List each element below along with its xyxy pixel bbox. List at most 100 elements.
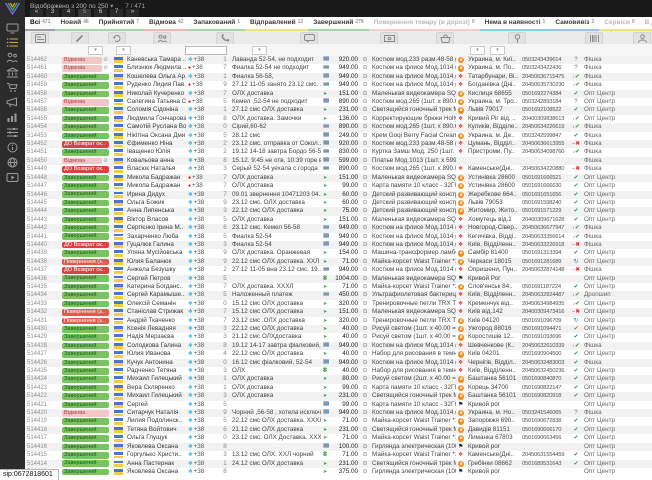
table-row[interactable]: 514443ЗавершенийВіктор Власов✻+385ОЛХ до… [25,216,652,224]
ttn-number[interactable]: 20450632483003 [520,359,570,367]
ttn-number[interactable]: 20450634220880 [520,165,570,173]
support-icon[interactable] [5,156,20,168]
ttn-number[interactable]: 0501692108522 [520,106,570,114]
table-row[interactable]: 514447ЗавершенийМикола Бадражан●+387ОЛХ … [25,182,652,190]
ttn-number[interactable]: 20450631554459 [520,451,570,459]
table-row[interactable]: 514415ЗавершенийГоргулько Христи..✻+3831… [25,451,652,459]
table-row[interactable]: 514442ЗавершенийСергієнко Ірина М..✻+386… [25,224,652,232]
phone-cell[interactable]: ✻+38 [186,283,220,291]
ttn-number[interactable]: 0501691313394 [520,249,570,257]
phone-cell[interactable]: ✻+38 [186,375,220,383]
phone-filter-input[interactable] [185,46,227,55]
table-row[interactable]: 514423ЗавершенийВера Скляренко✻+381ОЛХ д… [25,384,652,392]
table-row[interactable]: 514429ЗавершенийНадія Мерзаєва✻+38321.12… [25,333,652,341]
comment-filter-dropdown[interactable]: ▾ [252,46,267,55]
tab-Всі[interactable]: Всі471 [25,17,55,31]
ttn-number[interactable]: 20450632610339 [520,342,570,350]
phone-cell[interactable]: ●+38 [186,182,220,190]
pager-page-7[interactable]: 7 [110,9,123,17]
ttn-number[interactable]: 20450632450236 [520,367,570,375]
phone-cell[interactable]: ✻+38 [186,350,220,358]
table-row[interactable]: 514417ЗавершенийОльга Глущук✻+38023.12 с… [25,434,652,442]
country-filter-dropdown[interactable]: ▾ [116,46,131,55]
table-row[interactable]: 514445ЗавершенийОльга Божик✻+38923.12 см… [25,199,652,207]
table-row[interactable]: 514422ЗавершенийМихаил Гилецький✻+383ОЛХ… [25,392,652,400]
table-row[interactable]: 514452ДО Возврат ок..Єфименко Ніна✻+3822… [25,140,652,148]
marketing-icon[interactable] [5,96,20,108]
pager-page-3[interactable]: 3 [46,9,59,17]
table-row[interactable]: 514446ЗавершенийИрина Дидух✻+38709.01 зв… [25,191,652,199]
ttn-number[interactable]: 0501691598240 [520,199,570,207]
table-row[interactable]: 514459ЗавершенийРуденко Лидия Пав..●+389… [25,81,652,89]
ttn-number[interactable]: 0501692274384 [520,90,570,98]
tab-Відмова[interactable]: Відмова42 [144,17,188,31]
ttn-number[interactable]: 0501690904500 [520,350,570,358]
table-row[interactable]: 514431Повернення (з..Андрій Ткаченко✻+38… [25,317,652,325]
phone-cell[interactable]: ✻+38 [186,148,220,156]
ttn-number[interactable]: 0501691096709 [520,317,570,325]
ttn-number[interactable]: 0501691571229 [520,207,570,215]
ttn-number[interactable]: 0501689531643 [520,460,570,468]
table-row[interactable]: 514416ЗавершенийЯковлева Оксана✻+388100.… [25,443,652,451]
settings-icon[interactable] [5,126,20,138]
table-row[interactable]: 514462Відмова⊘Каневська Тамара ..✻+381Ла… [25,56,652,64]
ttn-number[interactable]: 0503242893184 [520,98,570,106]
video-tutorials-icon[interactable] [5,171,20,183]
table-row[interactable]: 514413ЗавершенийЯковлева Оксана✻+388➤375… [25,468,652,476]
phone-cell[interactable]: ✻+38 [186,165,220,173]
phone-cell[interactable]: ✻+38 [186,90,220,98]
phone-cell[interactable]: ✻+38 [186,266,220,274]
ttn-number[interactable]: 0501691666630 [520,182,570,190]
phone-cell[interactable]: ✻+38 [186,199,220,207]
phone-cell[interactable]: ✻+38 [186,216,220,224]
ttn-number[interactable]: 20400309473416 [520,308,570,316]
pager-page-6[interactable]: 6 [94,9,107,17]
phone-cell[interactable]: ✻+38 [186,157,220,165]
phone-cell[interactable]: ✻+38 [186,434,220,442]
phone-cell[interactable]: ✻+38 [186,451,220,459]
info-icon[interactable] [5,141,20,153]
phone-cell[interactable]: ✻+38 [186,249,220,257]
phone-cell[interactable]: ✻+38 [186,468,220,476]
phone-cell[interactable]: ✻+38 [186,308,220,316]
table-row[interactable]: 514428ЗавершенийСолодкова Галина✻+38819.… [25,342,652,350]
ttn-number[interactable]: 0501691281689 [520,258,570,266]
ttn-number[interactable]: 0501691187224 [520,283,570,291]
table-row[interactable]: 514419ЗавершенийЛилия Подолинск..✻+38522… [25,417,652,425]
ttn-number[interactable]: 0501691093696 [520,333,570,341]
pager-last-button[interactable]: » [126,9,139,17]
table-row[interactable]: 514455ЗавершенийЛюдмила Гончарова✻+388ОЛ… [25,115,652,123]
table-row[interactable]: 514430ЗавершенийКсенія Левадняя✻+38322.1… [25,325,652,333]
finance-icon[interactable] [5,66,20,78]
table-row[interactable]: 514449ДО Возврат ок..Власюк Наталья✻+383… [25,165,652,173]
ttn-number[interactable]: 0503241546065 [520,409,570,417]
ttn-number[interactable]: 0503243422436 [520,64,570,72]
table-row[interactable]: 514453ЗавершенийНікітіна Оксана Дми..✻+3… [25,132,652,140]
table-row[interactable]: 514434ЗавершенийСергей Карамыше..✻+385На… [25,291,652,299]
phone-cell[interactable]: ✻+38 [186,443,220,451]
tab-Новий[interactable]: Новий48 [55,17,93,31]
phone-cell[interactable]: ✻+38 [186,359,220,367]
tab-Завершений[interactable]: Завершений278 [308,17,368,31]
phone-cell[interactable]: ✻+38 [186,401,220,409]
phone-cell[interactable]: ✻+38 [186,115,220,123]
tab-Повернення товару (в дорозі)[interactable]: Повернення товару (в дорозі)0 [369,17,480,31]
phone-cell[interactable]: ✻+38 [186,426,220,434]
phone-cell[interactable]: ✻+38 [186,300,220,308]
ttn-number[interactable]: 20450634226619 [520,123,570,131]
ttn-number[interactable]: 0503243439614 [520,56,570,64]
table-row[interactable]: 514418ЗавершенийТетяна Войтович✻+38621.1… [25,426,652,434]
phone-cell[interactable]: ●+38 [186,64,220,72]
table-row[interactable]: 514424ЗавершенийМихаил Гилецький✻+381ОЛХ… [25,375,652,383]
phone-cell[interactable]: ✻+38 [186,409,220,417]
phone-cell[interactable]: ✻+38 [186,367,220,375]
ttn-number[interactable]: 20450633226918 [520,241,570,249]
table-row[interactable]: 514433ЗавершенийОлексій Семанін✻+38015.1… [25,300,652,308]
tab-Відправлений[interactable]: Відправлений12 [245,17,308,31]
table-row[interactable]: 514439ЗавершенийУляна Мусійовська✻+389ОЛ… [25,249,652,257]
status-filter-dropdown[interactable]: ▾ [88,46,103,55]
clients-icon[interactable] [5,51,20,63]
table-row[interactable]: 514444ЗавершенийАнна Липенська✻+38322.12… [25,207,652,215]
table-row[interactable]: 514435ЗавершенийКатерина Богданс..✻+387О… [25,283,652,291]
city-filter-dropdown[interactable]: ▾ [490,46,505,55]
